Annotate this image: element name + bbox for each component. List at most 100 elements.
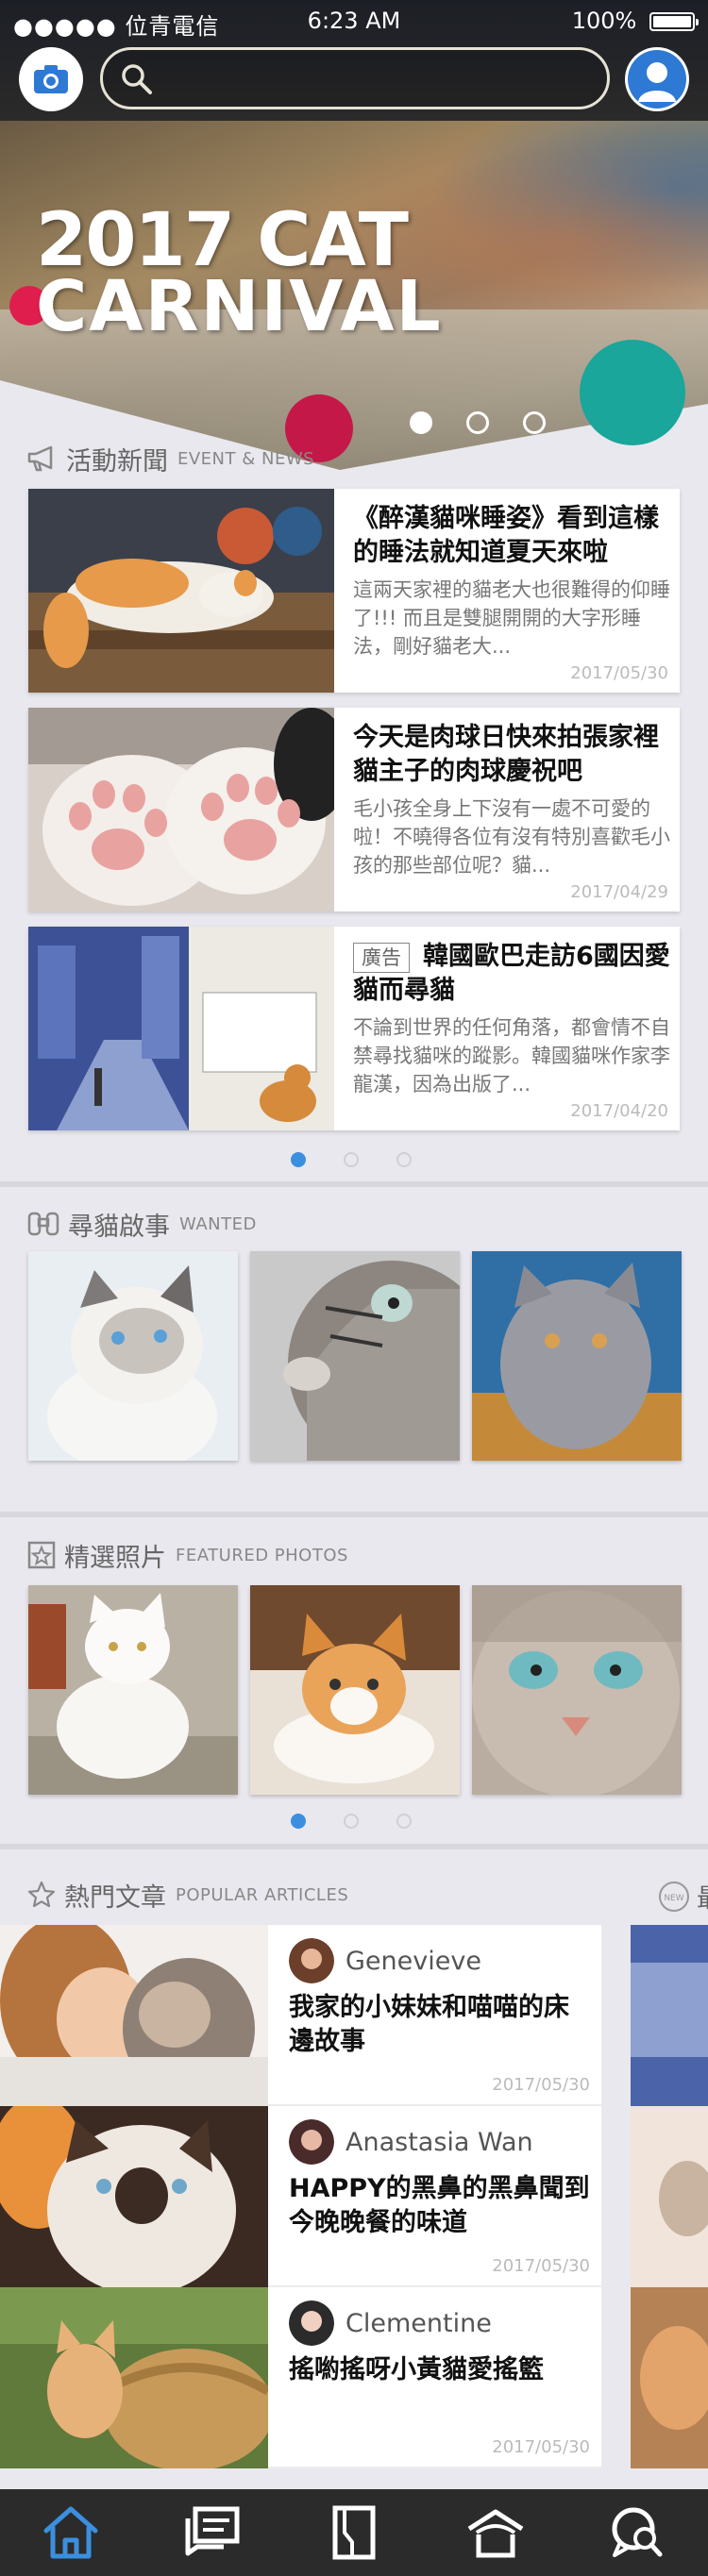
wanted-cat-photo[interactable] [472,1251,682,1461]
hero-title-line2: CARNIVAL [36,266,443,347]
article-author[interactable]: Genevieve [289,1938,481,1983]
article-image-girl-kissing-cat [0,1925,268,2106]
news-section-subtitle: EVENT & NEWS [177,448,315,469]
new-badge-icon: NEW [659,1881,689,1912]
news-section-title: 活動新聞 [66,446,168,477]
pagination-dot[interactable] [466,411,489,434]
popular-section-subtitle: POPULAR ARTICLES [176,1884,349,1905]
new-badge-label: NEW [664,1894,683,1903]
pagination-dot[interactable] [396,1152,412,1167]
article-card[interactable]: Anastasia Wan HAPPY的黑鼻的黑鼻聞到今晚晚餐的味道 2017/… [0,2106,601,2287]
news-title: 《醉漢貓咪睡姿》看到這樣的睡法就知道夏天來啦 [353,504,659,567]
section-divider [0,1512,708,1517]
battery-indicator: 100% [571,8,699,34]
next-section-peek[interactable]: NEW 最 [657,1878,708,1915]
user-avatar-icon [628,50,686,109]
hero-pagination [410,411,580,438]
chat-list-icon [185,2506,240,2556]
news-date: 2017/04/29 [570,882,668,902]
search-icon [122,64,152,94]
author-name: Anastasia Wan [346,2127,533,2157]
article-title: 我家的小妹妹和喵喵的床邊故事 [289,1993,569,2056]
news-description: 這兩天家裡的貓老大也很難得的仰睡了!!! 而且是雙腿開開的大字形睡法，剛好貓老大… [353,578,670,658]
ad-badge: 廣告 [353,943,410,973]
news-title: 廣告 韓國歐巴走訪6國因愛貓而尋貓 [353,940,670,1008]
article-title: HAPPY的黑鼻的黑鼻聞到今晚晚餐的味道 [289,2174,590,2237]
author-name: Clementine [346,2308,492,2338]
news-date: 2017/04/20 [570,1101,668,1121]
star-badge-icon [27,1541,56,1569]
wanted-cat-photo[interactable] [28,1251,238,1461]
photos-pagination [291,1814,449,1832]
article-author[interactable]: Clementine [289,2300,492,2346]
news-title: 今天是肉球日快來拍張家裡貓主子的肉球慶祝吧 [353,723,659,786]
featured-photo[interactable] [472,1585,682,1795]
shelter-icon [467,2509,524,2558]
article-card[interactable]: Clementine 搖喲搖呀小黃貓愛搖籃 2017/05/30 [0,2287,601,2468]
news-section-header: 活動新聞 EVENT & NEWS [26,440,314,477]
pagination-dot[interactable] [396,1814,412,1829]
home-icon [43,2506,98,2559]
app-header: ●●●●● 位青電信 6:23 AM 100% [0,0,708,121]
search-input[interactable] [100,47,610,109]
wanted-section-subtitle: WANTED [179,1213,257,1234]
popular-section-header: 熱門文章 POPULAR ARTICLES [26,1876,348,1914]
pagination-dot-active[interactable] [410,411,432,434]
news-image-sleeping-cat [28,489,334,693]
binoculars-icon [27,1212,59,1236]
news-card[interactable]: 廣告 韓國歐巴走訪6國因愛貓而尋貓 不論到世界的任何角落，都會情不自禁尋找貓咪的蹤… [28,927,680,1130]
pagination-dot[interactable] [523,411,546,434]
article-title: 搖喲搖呀小黃貓愛搖籃 [289,2355,544,2384]
author-name: Genevieve [346,1946,481,1976]
tab-guide[interactable] [283,2489,425,2576]
featured-photo[interactable] [28,1585,238,1795]
tab-shelter[interactable] [425,2489,566,2576]
battery-percent: 100% [571,8,637,34]
pagination-dot[interactable] [344,1152,359,1167]
wanted-section-header: 尋貓啟事 WANTED [26,1205,257,1243]
next-column-preview[interactable] [631,1925,708,2468]
article-card[interactable]: Genevieve 我家的小妹妹和喵喵的床邊故事 2017/05/30 [0,1925,601,2106]
featured-photo[interactable] [250,1585,460,1795]
book-icon [332,2505,376,2560]
section-divider [0,1181,708,1187]
author-avatar [289,1938,334,1983]
news-image-book-cover [28,927,334,1130]
next-section-title: 最 [697,1878,708,1915]
tab-home[interactable] [0,2489,142,2576]
article-author[interactable]: Anastasia Wan [289,2119,533,2165]
news-card[interactable]: 今天是肉球日快來拍張家裡貓主子的肉球慶祝吧 毛小孩全身上下沒有一處不可愛的啦！不… [28,708,680,912]
pagination-dot-active[interactable] [291,1152,306,1167]
hero-title-line1: 2017 CAT [36,198,409,283]
camera-button[interactable] [19,47,83,111]
author-avatar [289,2300,334,2346]
news-description: 毛小孩全身上下沒有一處不可愛的啦！不曉得各位有沒有特別喜歡毛小孩的那些部位呢？貓… [353,797,670,877]
battery-icon [649,12,699,31]
news-image-paws [28,708,334,912]
article-date: 2017/05/30 [492,2256,590,2276]
pagination-dot-active[interactable] [291,1814,306,1829]
pagination-dot[interactable] [344,1814,359,1829]
bottom-tab-bar [0,2489,708,2576]
wanted-cat-photo[interactable] [250,1251,460,1461]
star-icon [27,1881,56,1908]
news-description: 不論到世界的任何角落，都會情不自禁尋找貓咪的蹤影。韓國貓咪作家李龍漢，因為出版了… [353,1016,670,1096]
camera-icon [34,65,68,93]
tab-community[interactable] [566,2489,708,2576]
section-divider [0,1844,708,1849]
tab-articles[interactable] [142,2489,283,2576]
megaphone-icon [27,445,53,472]
article-image-cat-in-basket [0,2287,268,2468]
status-bar: ●●●●● 位青電信 6:23 AM 100% [0,0,708,42]
search-chat-icon [612,2507,663,2557]
article-date: 2017/05/30 [492,2075,590,2095]
photos-section-subtitle: FEATURED PHOTOS [176,1545,348,1565]
news-pagination [291,1152,449,1171]
article-image-black-nose-cat [0,2106,268,2287]
photos-section-header: 精選照片 FEATURED PHOTOS [26,1536,348,1574]
hero-title: 2017 CAT CARNIVAL [36,198,443,347]
article-date: 2017/05/30 [492,2437,590,2457]
profile-button[interactable] [625,47,689,111]
hero-carousel[interactable]: 2017 CAT CARNIVAL [0,121,708,470]
news-card[interactable]: 《醉漢貓咪睡姿》看到這樣的睡法就知道夏天來啦 這兩天家裡的貓老大也很難得的仰睡了… [28,489,680,693]
